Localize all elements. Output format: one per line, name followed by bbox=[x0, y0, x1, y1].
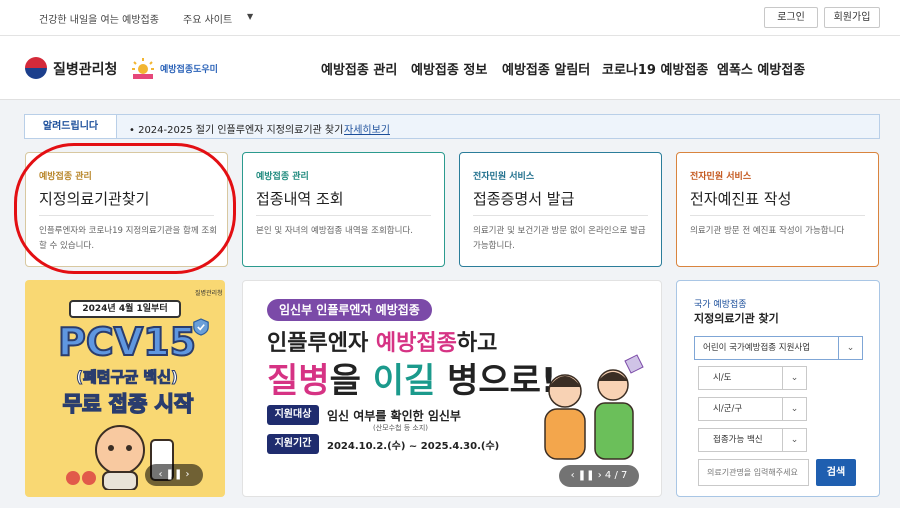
banner2-carousel-controls[interactable]: ‹ ❚❚ › 4 / 7 bbox=[559, 465, 639, 487]
target-text: 임신 여부를 확인한 임신부 bbox=[327, 409, 461, 423]
banner-subline: (폐렴구균 백신) bbox=[76, 368, 179, 387]
banner2-headline-2: 질병을 이길 병으로! bbox=[267, 353, 556, 402]
vaccine-select[interactable]: 접종가능 백신 ⌄ bbox=[698, 428, 807, 452]
sido-select[interactable]: 시/도 ⌄ bbox=[698, 366, 807, 390]
site-header: 질병관리청 예방접종도우미 예방접종 관리 예방접종 정보 예방접종 알림터 코… bbox=[0, 36, 900, 100]
pregnant-flu-promo-banner[interactable]: 임신부 인플루엔자 예방접종 인플루엔자 예방접종하고 질병을 이길 병으로! … bbox=[242, 280, 662, 497]
nav-covid19-vaccination[interactable]: 코로나19 예방접종 bbox=[602, 59, 708, 78]
card-description: 본인 및 자녀의 예방접종 내역을 조회합니다. bbox=[256, 226, 413, 236]
banner-headline: PCV15 bbox=[57, 319, 197, 365]
card-vaccination-certificate[interactable]: 전자민원 서비스 접종증명서 발급 의료기관 및 보건기관 방문 없이 온라인으… bbox=[459, 152, 662, 267]
notice-label: 알려드립니다 bbox=[25, 115, 117, 138]
sido-select-value: 시/도 bbox=[713, 373, 732, 383]
notice-text[interactable]: • 2024-2025 절기 인플루엔자 지정의료기관 찾기 bbox=[129, 121, 343, 136]
banner1-carousel-controls[interactable]: ‹ ❚❚ › bbox=[145, 464, 203, 486]
major-sites-dropdown[interactable]: 주요 사이트 bbox=[183, 11, 232, 26]
divider bbox=[256, 215, 431, 216]
kdca-logo-icon[interactable] bbox=[25, 57, 47, 79]
card-category: 전자민원 서비스 bbox=[690, 172, 752, 182]
card-title: 접종내역 조회 bbox=[256, 190, 344, 208]
vaccine-helper-logo-text[interactable]: 예방접종도우미 bbox=[160, 62, 218, 75]
card-e-prescreening-form[interactable]: 전자민원 서비스 전자예진표 작성 의료기관 방문 전 예진표 작성이 가능합니… bbox=[676, 152, 879, 267]
nav-vaccination-info[interactable]: 예방접종 정보 bbox=[411, 59, 487, 78]
vaccine-helper-logo-icon[interactable] bbox=[130, 56, 156, 80]
vaccine-select-value: 접종가능 백신 bbox=[713, 435, 763, 445]
card-title: 전자예진표 작성 bbox=[690, 190, 792, 208]
divider bbox=[473, 215, 648, 216]
card-description: 인플루엔자와 코로나19 지정의료기관을 함께 조회할 수 있습니다. bbox=[39, 226, 218, 251]
designated-clinic-search-panel: 국가 예방접종 지정의료기관 찾기 어린이 국가예방접종 지원사업 ⌄ 시/도 … bbox=[676, 280, 880, 497]
card-description: 의료기관 및 보건기관 방문 없이 온라인으로 발급가능합니다. bbox=[473, 226, 646, 251]
headline-highlight: 이길 bbox=[372, 361, 436, 401]
program-select[interactable]: 어린이 국가예방접종 지원사업 ⌄ bbox=[694, 336, 863, 360]
divider bbox=[690, 215, 865, 216]
headline-highlight: 질병 bbox=[267, 361, 330, 401]
headline-part: 을 bbox=[329, 361, 373, 401]
search-button[interactable]: 검색 bbox=[816, 459, 856, 486]
signup-button[interactable]: 회원가입 bbox=[824, 7, 880, 28]
chevron-down-icon[interactable]: ⌄ bbox=[782, 367, 806, 389]
chevron-down-icon[interactable]: ⌄ bbox=[782, 398, 806, 420]
utility-bar: 건강한 내일을 여는 예방접종 주요 사이트 ▼ 로그인 회원가입 bbox=[0, 0, 900, 36]
period-label: 지원기간 bbox=[267, 434, 319, 454]
nav-vaccination-notice[interactable]: 예방접종 알림터 bbox=[502, 59, 590, 78]
institution-name-input[interactable]: 의료기관명을 입력해주세요 bbox=[698, 459, 809, 486]
banner-date-tag: 2024년 4월 1일부터 bbox=[69, 300, 181, 318]
period-text: 2024.10.2.(수) ~ 2025.4.30.(수) bbox=[327, 441, 500, 452]
card-find-designated-clinic[interactable]: 예방접종 관리 지정의료기관찾기 인플루엔자와 코로나19 지정의료기관을 함께… bbox=[25, 152, 228, 267]
card-title: 접종증명서 발급 bbox=[473, 190, 575, 208]
banner2-tag: 임신부 인플루엔자 예방접종 bbox=[267, 299, 432, 321]
divider bbox=[39, 215, 214, 216]
card-vaccination-history[interactable]: 예방접종 관리 접종내역 조회 본인 및 자녀의 예방접종 내역을 조회합니다. bbox=[242, 152, 445, 267]
card-category: 전자민원 서비스 bbox=[473, 172, 535, 182]
sigungu-select[interactable]: 시/군/구 ⌄ bbox=[698, 397, 807, 421]
notice-bar: 알려드립니다 • 2024-2025 절기 인플루엔자 지정의료기관 찾기 자세… bbox=[24, 114, 880, 139]
agency-logo-text[interactable]: 질병관리청 bbox=[53, 59, 117, 79]
slogan: 건강한 내일을 여는 예방접종 bbox=[39, 15, 159, 26]
program-select-value: 어린이 국가예방접종 지원사업 bbox=[703, 343, 811, 353]
nav-vaccination-management[interactable]: 예방접종 관리 bbox=[321, 59, 397, 78]
card-category: 예방접종 관리 bbox=[39, 172, 92, 182]
nav-mpox-vaccination[interactable]: 엠폭스 예방접종 bbox=[717, 59, 805, 78]
login-button[interactable]: 로그인 bbox=[764, 7, 818, 28]
target-label: 지원대상 bbox=[267, 405, 319, 425]
search-panel-title: 지정의료기관 찾기 bbox=[694, 312, 779, 325]
search-panel-subtitle: 국가 예방접종 bbox=[694, 300, 747, 310]
pcv15-promo-banner[interactable]: 질병관리청 2024년 4월 1일부터 PCV15 (폐렴구균 백신) 무료 접… bbox=[25, 280, 225, 497]
sigungu-select-value: 시/군/구 bbox=[713, 404, 743, 414]
couple-illustration-icon bbox=[544, 354, 644, 460]
banner-agency-label: 질병관리청 bbox=[195, 290, 223, 297]
card-category: 예방접종 관리 bbox=[256, 172, 309, 182]
notice-more-link[interactable]: 자세히보기 bbox=[344, 121, 390, 136]
caret-down-icon[interactable]: ▼ bbox=[247, 12, 253, 21]
chevron-down-icon[interactable]: ⌄ bbox=[782, 429, 806, 451]
target-note: (산모수첩 등 소지) bbox=[373, 424, 428, 432]
card-description: 의료기관 방문 전 예진표 작성이 가능합니다 bbox=[690, 226, 845, 236]
card-title: 지정의료기관찾기 bbox=[39, 190, 150, 208]
chevron-down-icon[interactable]: ⌄ bbox=[838, 337, 862, 359]
banner-cta: 무료 접종 시작 bbox=[62, 391, 194, 417]
